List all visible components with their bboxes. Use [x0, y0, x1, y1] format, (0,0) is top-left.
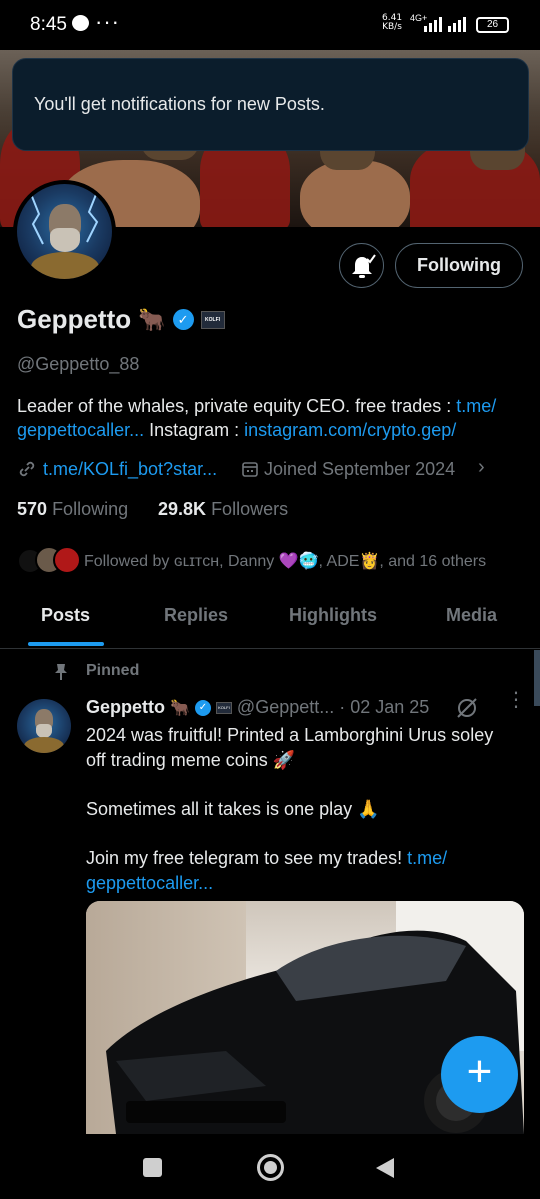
followers-label: Followers	[211, 499, 289, 519]
tab-posts[interactable]: Posts	[41, 605, 90, 626]
profile-handle: @Geppetto_88	[17, 354, 140, 374]
follower-name-3: , ADE	[318, 553, 360, 570]
bull-emoji: 🐂	[138, 306, 166, 332]
post-verified-icon: ✓	[194, 699, 211, 716]
follower-name-1: ɢʟɪᴛᴄʜ	[173, 553, 220, 570]
bio-link-telegram[interactable]: t.me/	[456, 396, 496, 416]
pinned-label: Pinned	[86, 662, 140, 679]
bio-link-instagram[interactable]: instagram.com/crypto.gep/	[244, 420, 456, 440]
post-author-emoji: 🐂	[170, 699, 190, 717]
pin-icon	[55, 664, 67, 680]
following-count: 570	[17, 499, 48, 519]
network-speed: 6.41 KB/s	[382, 14, 402, 32]
post-author-avatar[interactable]	[17, 699, 71, 753]
post-author-handle: @Geppett...	[236, 697, 335, 717]
post-text-line-2: off trading meme coins 🚀	[86, 750, 296, 770]
bell-check-icon	[352, 254, 376, 278]
system-nav-bar	[0, 1134, 540, 1199]
calendar-icon	[242, 462, 258, 477]
verified-badge-icon[interactable]: ✓	[172, 309, 194, 330]
kolfi-affiliate-badge[interactable]: KOLFI	[200, 310, 225, 329]
post-text: 2024 was fruitful! Printed a Lamborghini…	[86, 723, 526, 896]
compose-post-button[interactable]: +	[441, 1036, 518, 1113]
post-text-line-3: Sometimes all it takes is one play 🙏	[86, 799, 380, 819]
bio-text-1: Leader of the whales, private equity CEO…	[17, 396, 457, 416]
bio-link-telegram-cont[interactable]: geppettocaller...	[17, 420, 144, 440]
status-time: 8:45	[30, 14, 67, 35]
followed-by-avatars[interactable]	[17, 544, 81, 576]
followed-by-suffix: , and 16 others	[379, 553, 487, 570]
followed-by-text[interactable]: Followed by ɢʟɪᴛᴄʜ, Danny 💜🥶, ADE👸, and …	[84, 551, 486, 571]
notification-toast: You'll get notifications for new Posts.	[12, 58, 529, 151]
toast-text: You'll get notifications for new Posts.	[34, 94, 325, 114]
tab-active-indicator	[28, 642, 104, 646]
follower-emoji-2: 👸	[359, 553, 380, 570]
chat-bubble-icon	[72, 15, 89, 31]
post-kolfi-badge: KOLFI	[215, 701, 232, 714]
back-icon[interactable]	[374, 1156, 396, 1180]
notifications-bell-button[interactable]	[339, 243, 384, 288]
chevron-right-icon[interactable]: ›	[478, 456, 485, 479]
profile-name: Geppetto	[17, 304, 132, 334]
profile-name-row: Geppetto 🐂 ✓ KOLFI	[17, 304, 225, 335]
post-more-icon[interactable]: ⋮	[506, 690, 526, 710]
follower-name-2: , Danny	[219, 553, 279, 570]
net-speed-unit: KB/s	[382, 22, 402, 32]
recent-apps-icon[interactable]	[143, 1158, 162, 1177]
post-header: Geppetto 🐂 ✓ KOLFI @Geppett... · 02 Jan …	[86, 697, 429, 718]
battery-icon: 26	[476, 17, 509, 33]
follower-emoji-1: 💜🥶	[278, 553, 319, 570]
post-author-name[interactable]: Geppetto	[86, 697, 165, 718]
post-link-cont[interactable]: geppettocaller...	[86, 871, 526, 896]
home-icon[interactable]	[257, 1154, 284, 1181]
post-link[interactable]: t.me/	[407, 848, 447, 868]
tabs-divider	[0, 648, 540, 649]
following-label: Following	[52, 499, 129, 519]
post-text-line-4: Join my free telegram to see my trades!	[86, 848, 408, 868]
profile-avatar[interactable]	[13, 180, 116, 283]
following-count-link[interactable]: 570 Following	[17, 499, 128, 520]
post-text-line-1: 2024 was fruitful! Printed a Lamborghini…	[86, 725, 494, 745]
bio-text-2: Instagram :	[144, 420, 245, 440]
post-date: · 02 Jan 25	[339, 697, 430, 717]
more-notifications-icon: ···	[95, 9, 120, 34]
following-button[interactable]: Following	[395, 243, 523, 288]
scrollbar[interactable]	[534, 650, 540, 706]
tab-media[interactable]: Media	[446, 605, 497, 626]
profile-bio: Leader of the whales, private equity CEO…	[17, 394, 527, 442]
followers-count-link[interactable]: 29.8K Followers	[158, 499, 288, 520]
status-bar: 8:45 ··· 6.41 KB/s 4G+ 26	[0, 0, 540, 50]
followers-count: 29.8K	[158, 499, 207, 519]
grok-icon[interactable]	[455, 696, 479, 720]
signal-icon	[424, 17, 466, 32]
profile-website-link[interactable]: t.me/KOLfi_bot?star...	[43, 459, 217, 480]
tab-highlights[interactable]: Highlights	[289, 605, 377, 626]
tab-replies[interactable]: Replies	[164, 605, 228, 626]
followed-by-prefix: Followed by	[84, 553, 174, 570]
joined-date: Joined September 2024	[264, 459, 456, 479]
link-icon	[19, 461, 35, 477]
